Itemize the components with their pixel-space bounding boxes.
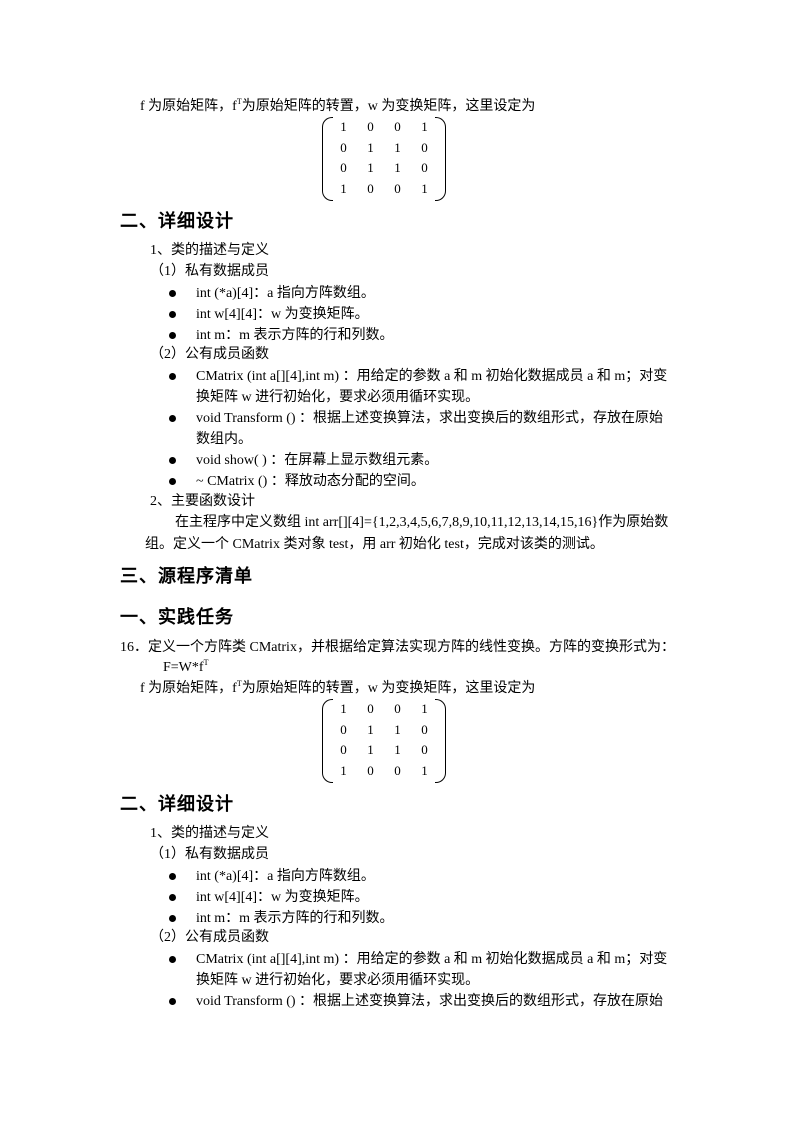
- matrix-right-bracket: [435, 117, 446, 201]
- public-member-item: void Transform () ：根据上述变换算法，求出变换后的数组形式，存…: [196, 994, 664, 1009]
- bullet-icon: [169, 373, 176, 380]
- matrix-cell: 1: [340, 119, 347, 134]
- public-member-item: ~ CMatrix () ：释放动态分配的空间。: [196, 474, 425, 489]
- matrix-cell: 0: [340, 139, 347, 155]
- matrix-cell: 0: [367, 180, 374, 196]
- matrix-cell: 0: [394, 762, 401, 778]
- matrix-cell: 0: [340, 160, 347, 175]
- matrix-cell: 0: [421, 139, 428, 155]
- private-member-item: int w[4][4]：w 为变换矩阵。: [196, 890, 369, 905]
- private-member-item: int m：m 表示方阵的行和列数。: [196, 911, 394, 926]
- transform-formula: F=W*fT: [163, 659, 208, 677]
- section-heading-source-listing: 三、源程序清单: [120, 566, 253, 586]
- matrix-cell: 1: [340, 180, 347, 196]
- matrix-cell: 0: [421, 160, 428, 175]
- bullet-icon: [169, 915, 176, 922]
- matrix-cell: 1: [421, 701, 428, 716]
- intro-text-b: 为原始矩阵的转置，w 为变换矩阵，这里设定为: [241, 681, 536, 696]
- transform-matrix: 1 0 0 1 0 1 1 0 0 1 1 0 1 0 0 1: [322, 699, 446, 783]
- matrix-cell: 0: [367, 762, 374, 778]
- public-member-item-cont: 换矩阵 w 进行初始化，要求必须用循环实现。: [196, 390, 480, 405]
- matrix-cell: 1: [394, 742, 401, 757]
- bullet-icon: [169, 457, 176, 464]
- matrix-cell: 1: [340, 762, 347, 778]
- matrix-intro-line: f 为原始矩阵，fT为原始矩阵的转置，w 为变换矩阵，这里设定为: [140, 680, 535, 698]
- subheading-private-members: （1）私有数据成员: [150, 264, 269, 279]
- matrix-cell: 1: [421, 762, 428, 778]
- matrix-right-bracket: [435, 699, 446, 783]
- bullet-icon: [169, 873, 176, 880]
- bullet-icon: [169, 311, 176, 318]
- matrix-grid: 1 0 0 1 0 1 1 0 0 1 1 0 1 0 0 1: [330, 699, 438, 781]
- public-member-item: CMatrix (int a[][4],int m) ：用给定的参数 a 和 m…: [196, 369, 668, 384]
- main-design-paragraph-line: 组。定义一个 CMatrix 类对象 test，用 arr 初始化 test，完…: [145, 537, 604, 552]
- private-member-item: int (*a)[4]：a 指向方阵数组。: [196, 869, 375, 884]
- matrix-cell: 0: [367, 119, 374, 134]
- matrix-cell: 0: [340, 721, 347, 737]
- matrix-cell: 1: [367, 160, 374, 175]
- matrix-cell: 1: [367, 742, 374, 757]
- matrix-cell: 0: [421, 721, 428, 737]
- matrix-cell: 1: [421, 180, 428, 196]
- subheading-main-function-design: 2、主要函数设计: [150, 494, 255, 509]
- section-heading-practice-task: 一、实践任务: [120, 607, 234, 627]
- matrix-intro-line: f 为原始矩阵，fT为原始矩阵的转置，w 为变换矩阵，这里设定为: [140, 98, 535, 116]
- bullet-icon: [169, 478, 176, 485]
- section-heading-detailed-design: 二、详细设计: [120, 211, 234, 231]
- matrix-cell: 1: [394, 160, 401, 175]
- subheading-class-description: 1、类的描述与定义: [150, 243, 269, 258]
- intro-text-a: f 为原始矩阵，f: [140, 99, 237, 114]
- matrix-cell: 0: [367, 701, 374, 716]
- matrix-grid: 1 0 0 1 0 1 1 0 0 1 1 0 1 0 0 1: [330, 117, 438, 199]
- private-member-item: int m：m 表示方阵的行和列数。: [196, 328, 394, 343]
- private-member-item: int w[4][4]：w 为变换矩阵。: [196, 307, 369, 322]
- matrix-cell: 0: [421, 742, 428, 757]
- bullet-icon: [169, 956, 176, 963]
- matrix-cell: 0: [394, 180, 401, 196]
- bullet-icon: [169, 290, 176, 297]
- subheading-public-members: （2）公有成员函数: [150, 347, 269, 362]
- subheading-private-members: （1）私有数据成员: [150, 847, 269, 862]
- matrix-cell: 0: [340, 742, 347, 757]
- main-design-paragraph-line: 在主程序中定义数组 int arr[][4]={1,2,3,4,5,6,7,8,…: [175, 515, 669, 530]
- matrix-cell: 1: [421, 119, 428, 134]
- public-member-item-cont: 换矩阵 w 进行初始化，要求必须用循环实现。: [196, 973, 480, 988]
- bullet-icon: [169, 332, 176, 339]
- subheading-class-description: 1、类的描述与定义: [150, 826, 269, 841]
- matrix-cell: 1: [367, 139, 374, 155]
- public-member-item-cont: 数组内。: [196, 432, 252, 447]
- private-member-item: int (*a)[4]：a 指向方阵数组。: [196, 286, 375, 301]
- subheading-public-members: （2）公有成员函数: [150, 930, 269, 945]
- matrix-cell: 1: [394, 721, 401, 737]
- public-member-item: void show( ) ：在屏幕上显示数组元素。: [196, 453, 439, 468]
- transform-matrix: 1 0 0 1 0 1 1 0 0 1 1 0 1 0 0 1: [322, 117, 446, 201]
- matrix-cell: 1: [340, 701, 347, 716]
- task-description: 16．定义一个方阵类 CMatrix，并根据给定算法实现方阵的线性变换。方阵的变…: [120, 640, 675, 655]
- transpose-superscript: T: [203, 658, 209, 667]
- bullet-icon: [169, 415, 176, 422]
- bullet-icon: [169, 894, 176, 901]
- section-heading-detailed-design: 二、详细设计: [120, 794, 234, 814]
- public-member-item: CMatrix (int a[][4],int m) ：用给定的参数 a 和 m…: [196, 952, 668, 967]
- matrix-cell: 1: [367, 721, 374, 737]
- intro-text-a: f 为原始矩阵，f: [140, 681, 237, 696]
- matrix-cell: 0: [394, 701, 401, 716]
- matrix-cell: 0: [394, 119, 401, 134]
- formula-text: F=W*f: [163, 660, 204, 675]
- matrix-cell: 1: [394, 139, 401, 155]
- bullet-icon: [169, 998, 176, 1005]
- intro-text-b: 为原始矩阵的转置，w 为变换矩阵，这里设定为: [241, 99, 536, 114]
- public-member-item: void Transform () ：根据上述变换算法，求出变换后的数组形式，存…: [196, 411, 664, 426]
